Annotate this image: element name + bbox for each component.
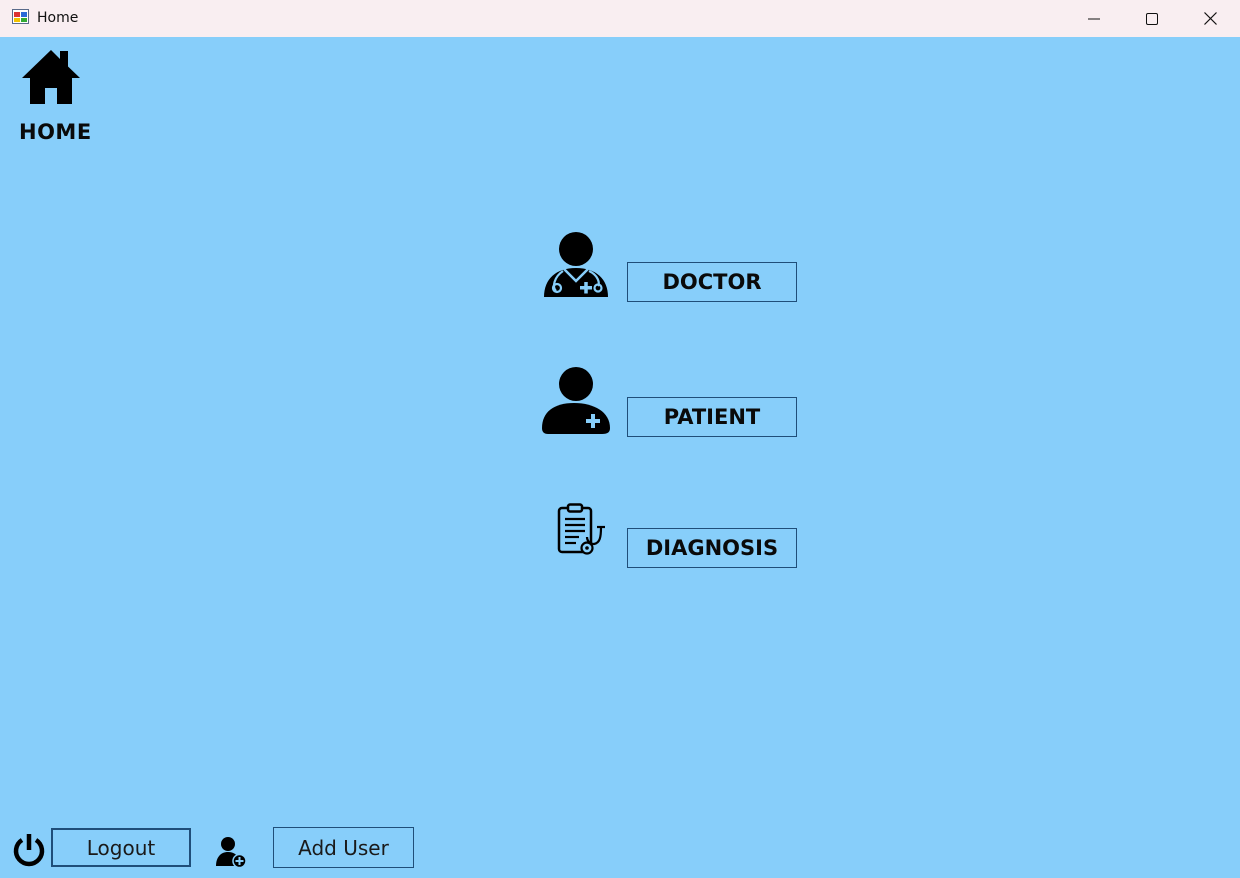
add-user-icon (216, 837, 247, 868)
maximize-button[interactable] (1123, 0, 1181, 37)
diagnosis-button[interactable]: DIAGNOSIS (627, 528, 797, 568)
minimize-icon (1088, 18, 1100, 19)
logout-button[interactable]: Logout (51, 828, 191, 867)
home-icon (22, 50, 80, 104)
app-icon (12, 9, 29, 24)
maximize-icon (1146, 12, 1158, 25)
patient-icon (542, 367, 610, 434)
title-bar: Home (0, 0, 1240, 37)
home-window: Home HOME DOCTOR PATIENT DIAGNOSIS Logou… (0, 0, 1240, 878)
add-user-button[interactable]: Add User (273, 827, 414, 868)
window-title: Home (37, 10, 79, 26)
close-button[interactable] (1181, 0, 1239, 37)
patient-button[interactable]: PATIENT (627, 397, 797, 437)
home-label: HOME (19, 120, 92, 144)
close-icon (1203, 12, 1217, 25)
minimize-button[interactable] (1065, 0, 1123, 37)
power-icon[interactable] (12, 832, 46, 868)
diagnosis-icon (557, 503, 605, 555)
doctor-icon (544, 232, 608, 297)
doctor-button[interactable]: DOCTOR (627, 262, 797, 302)
